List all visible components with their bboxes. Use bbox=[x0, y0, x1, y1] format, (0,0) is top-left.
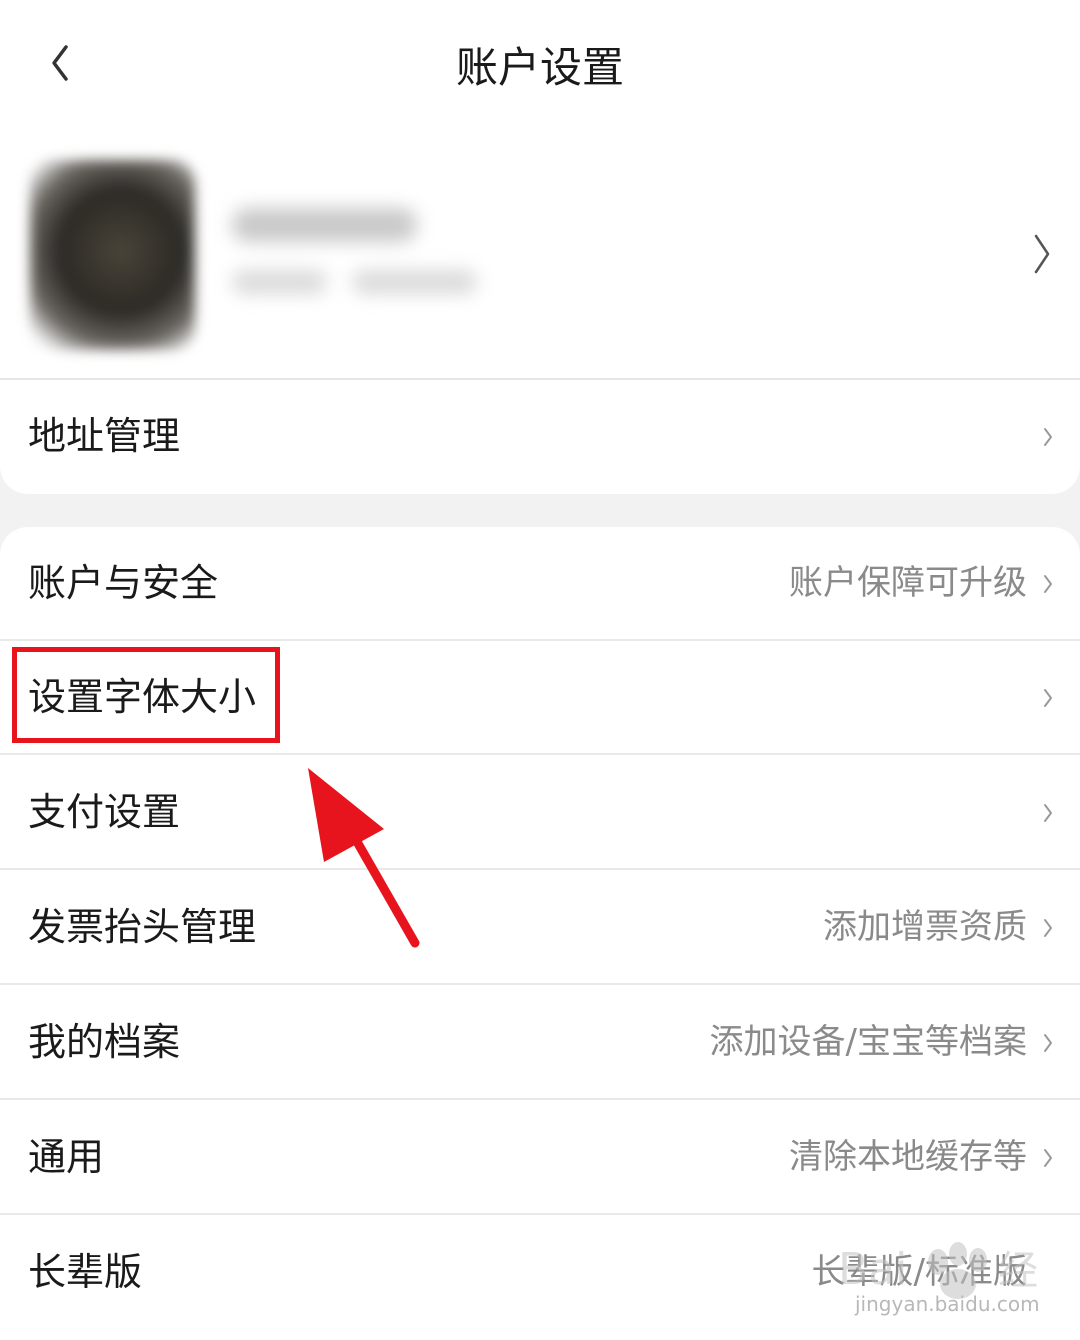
chevron-right-icon bbox=[1044, 919, 1052, 937]
chevron-right-icon bbox=[1044, 804, 1052, 822]
chevron-right-icon bbox=[1044, 428, 1052, 446]
chevron-right-icon bbox=[1044, 689, 1052, 707]
list-item-value: 清除本地缓存等 bbox=[789, 1137, 1027, 1177]
chevron-right-icon bbox=[1044, 575, 1052, 593]
list-item-label: 发票抬头管理 bbox=[28, 905, 257, 949]
list-item-value: 账户保障可升级 bbox=[789, 563, 1027, 603]
list-item-payment[interactable]: 支付设置 bbox=[0, 756, 1080, 870]
watermark-text: jingyan.baidu.com bbox=[855, 1292, 1040, 1316]
list-item-address[interactable]: 地址管理 bbox=[0, 380, 1080, 494]
list-item-profile-archive[interactable]: 我的档案 添加设备/宝宝等档案 bbox=[0, 986, 1080, 1100]
list-item-label: 通用 bbox=[28, 1135, 105, 1179]
list-item-label: 支付设置 bbox=[28, 790, 181, 834]
chevron-right-icon bbox=[1034, 234, 1050, 274]
list-item-label: 长辈版 bbox=[28, 1250, 143, 1294]
blurred-info bbox=[352, 270, 477, 294]
blurred-info bbox=[232, 270, 327, 294]
svg-text:经: 经 bbox=[998, 1248, 1038, 1294]
list-item-value: 添加增票资质 bbox=[823, 907, 1027, 947]
svg-text:Bai: Bai bbox=[838, 1244, 907, 1295]
list-item-value: 添加设备/宝宝等档案 bbox=[709, 1022, 1027, 1062]
blurred-username bbox=[232, 208, 417, 242]
chevron-right-icon bbox=[1044, 1034, 1052, 1052]
list-item-label: 地址管理 bbox=[28, 414, 181, 458]
list-item-label: 账户与安全 bbox=[28, 561, 219, 605]
list-item-label: 我的档案 bbox=[28, 1020, 181, 1064]
list-item-account-security[interactable]: 账户与安全 账户保障可升级 bbox=[0, 527, 1080, 641]
chevron-right-icon bbox=[1044, 1149, 1052, 1167]
page-title: 账户设置 bbox=[455, 43, 624, 92]
settings-section: 地址管理 bbox=[0, 380, 1080, 494]
profile-card[interactable] bbox=[0, 130, 1080, 378]
nav-header: 账户设置 bbox=[0, 0, 1080, 130]
highlight-box bbox=[12, 647, 280, 743]
avatar bbox=[30, 160, 195, 350]
list-item-general[interactable]: 通用 清除本地缓存等 bbox=[0, 1101, 1080, 1215]
list-item-invoice[interactable]: 发票抬头管理 添加增票资质 bbox=[0, 871, 1080, 985]
